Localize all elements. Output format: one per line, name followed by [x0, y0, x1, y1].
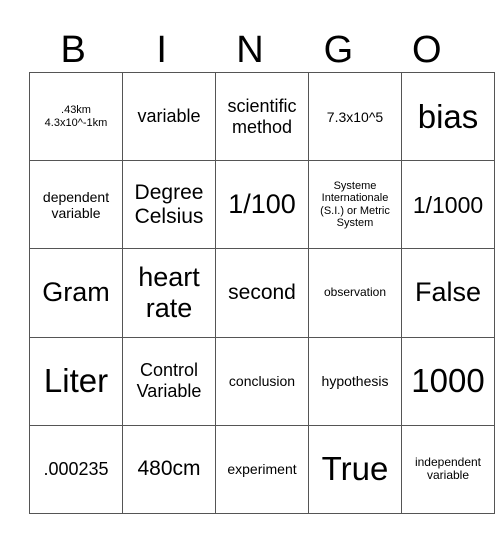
bingo-header: B I N G O: [29, 28, 471, 72]
bingo-cell[interactable]: independent variable: [401, 424, 495, 515]
header-letter-n: N: [236, 29, 264, 71]
grid-row: Liter Control Variable conclusion hypoth…: [29, 336, 495, 426]
cell-text: .43km 4.3x10^-1km: [44, 103, 108, 129]
header-letter-i: I: [156, 29, 167, 71]
bingo-grid: .43km 4.3x10^-1km variable scientific met…: [29, 71, 495, 515]
bingo-cell[interactable]: second: [215, 248, 309, 338]
bingo-cell[interactable]: conclusion: [215, 336, 309, 426]
grid-row: Gram heart rate second observation False: [29, 248, 495, 338]
bingo-cell[interactable]: 1000: [401, 336, 495, 426]
bingo-cell[interactable]: dependent variable: [29, 160, 123, 250]
bingo-cell[interactable]: True: [308, 424, 402, 515]
bingo-cell[interactable]: experiment: [215, 424, 309, 515]
grid-row: .43km 4.3x10^-1km variable scientific met…: [29, 71, 495, 162]
bingo-cell[interactable]: hypothesis: [308, 336, 402, 426]
bingo-cell[interactable]: heart rate: [122, 248, 216, 338]
bingo-cell[interactable]: bias: [401, 71, 495, 162]
bingo-cell[interactable]: False: [401, 248, 495, 338]
bingo-cell[interactable]: Systeme Internationale (S.I.) or Metric …: [308, 160, 402, 250]
bingo-cell[interactable]: Gram: [29, 248, 123, 338]
bingo-cell[interactable]: Liter: [29, 336, 123, 426]
grid-row: .000235 480cm experiment True independen…: [29, 424, 495, 515]
bingo-cell[interactable]: .000235: [29, 424, 123, 515]
bingo-cell[interactable]: 1/1000: [401, 160, 495, 250]
header-letter-b: B: [60, 29, 86, 71]
header-letter-g: G: [323, 29, 354, 71]
bingo-cell[interactable]: scientific method: [215, 71, 309, 162]
header-letter-o: O: [412, 29, 442, 71]
bingo-cell[interactable]: 1/100: [215, 160, 309, 250]
grid-row: dependent variable Degree Celsius 1/100 …: [29, 160, 495, 250]
bingo-cell[interactable]: observation: [308, 248, 402, 338]
bingo-cell[interactable]: variable: [122, 71, 216, 162]
bingo-cell[interactable]: 480cm: [122, 424, 216, 515]
bingo-cell[interactable]: Control Variable: [122, 336, 216, 426]
bingo-cell[interactable]: .43km 4.3x10^-1km: [29, 71, 123, 162]
bingo-cell[interactable]: 7.3x10^5: [308, 71, 402, 162]
bingo-cell[interactable]: Degree Celsius: [122, 160, 216, 250]
